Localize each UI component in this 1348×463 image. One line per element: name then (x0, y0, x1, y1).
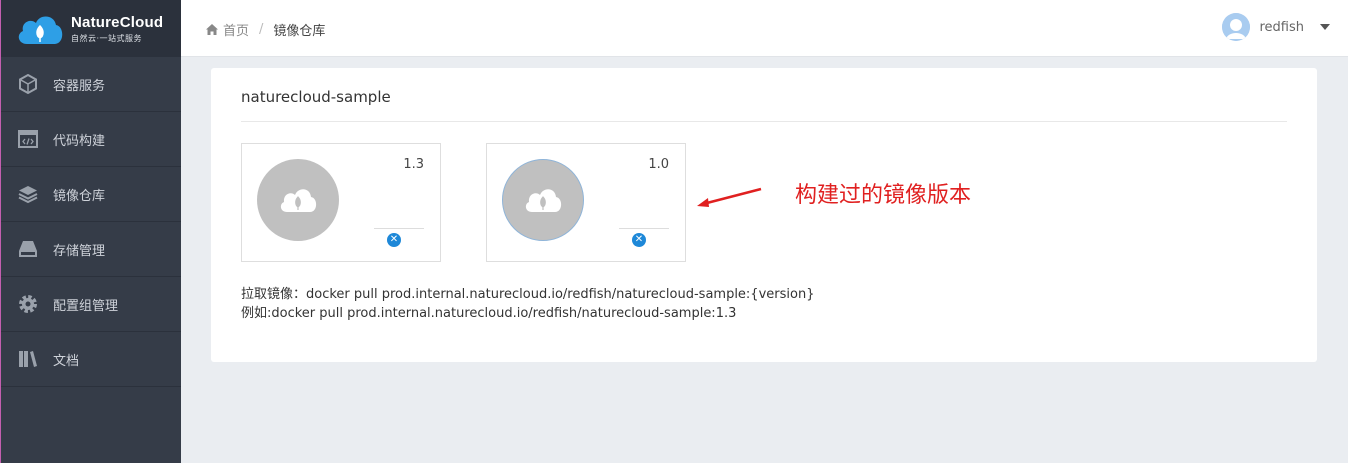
sidebar-item-storage[interactable]: 存储管理 (1, 222, 181, 277)
image-avatar (502, 159, 584, 241)
sidebar-item-container-service[interactable]: 容器服务 (1, 57, 181, 112)
sidebar-item-label: 镜像仓库 (53, 188, 106, 204)
breadcrumb: 首页 / 镜像仓库 (206, 20, 325, 39)
annotation-text: 构建过的镜像版本 (795, 183, 972, 208)
image-version-card[interactable]: 1.3 ✕ (241, 143, 441, 262)
sidebar-item-label: 存储管理 (53, 243, 106, 259)
pull-instructions: 拉取镜像：docker pull prod.internal.natureclo… (241, 285, 814, 323)
image-avatar (257, 159, 339, 241)
delete-icon[interactable]: ✕ (387, 233, 401, 247)
delete-icon[interactable]: ✕ (632, 233, 646, 247)
divider (241, 121, 1287, 122)
version-tag: 1.3 (403, 157, 424, 172)
breadcrumb-home[interactable]: 首页 (206, 20, 249, 39)
repo-title: naturecloud-sample (241, 88, 391, 106)
caret-down-icon[interactable] (1320, 24, 1330, 30)
drive-icon (17, 238, 39, 260)
image-version-card[interactable]: 1.0 ✕ (486, 143, 686, 262)
sidebar-item-image-registry[interactable]: 镜像仓库 (1, 167, 181, 222)
sidebar-item-label: 配置组管理 (53, 298, 119, 314)
top-bar: 首页 / 镜像仓库 redfish (181, 0, 1348, 57)
brand-tagline: 自然云·一站式服务 (71, 33, 143, 43)
sidebar-item-label: 代码构建 (53, 133, 106, 149)
cube-icon (17, 73, 39, 95)
username: redfish (1259, 19, 1304, 35)
sidebar: NatureCloud 自然云·一站式服务 容器服务 代码构建 镜像仓库 存储管… (0, 0, 181, 463)
pull-command: 拉取镜像：docker pull prod.internal.natureclo… (241, 287, 815, 302)
divider (374, 228, 424, 229)
sidebar-item-label: 文档 (53, 353, 80, 369)
repo-card: naturecloud-sample 1.3 ✕ 1.0 ✕ 拉取镜像：dock… (211, 68, 1317, 362)
sidebar-item-config-group[interactable]: 配置组管理 (1, 277, 181, 332)
brand-name: NatureCloud (71, 13, 164, 31)
pull-example: 例如:docker pull prod.internal.naturecloud… (241, 306, 737, 321)
gear-icon (17, 293, 39, 315)
breadcrumb-home-label: 首页 (223, 24, 250, 39)
sidebar-item-docs[interactable]: 文档 (1, 332, 181, 387)
logo[interactable]: NatureCloud 自然云·一站式服务 (1, 0, 181, 57)
cloud-icon (280, 189, 317, 212)
breadcrumb-separator: / (259, 22, 264, 37)
avatar (1222, 13, 1251, 41)
cloud-icon (525, 189, 562, 212)
code-icon (17, 128, 39, 150)
sidebar-item-label: 容器服务 (53, 78, 106, 94)
sidebar-item-code-build[interactable]: 代码构建 (1, 112, 181, 167)
annotation-arrow (697, 187, 762, 207)
layers-icon (17, 183, 39, 205)
version-tag: 1.0 (648, 157, 669, 172)
user-menu[interactable]: redfish (1222, 13, 1330, 41)
breadcrumb-current: 镜像仓库 (273, 24, 326, 39)
home-icon (206, 24, 218, 35)
books-icon (17, 348, 39, 370)
divider (619, 228, 669, 229)
cloud-logo-icon (15, 12, 65, 46)
